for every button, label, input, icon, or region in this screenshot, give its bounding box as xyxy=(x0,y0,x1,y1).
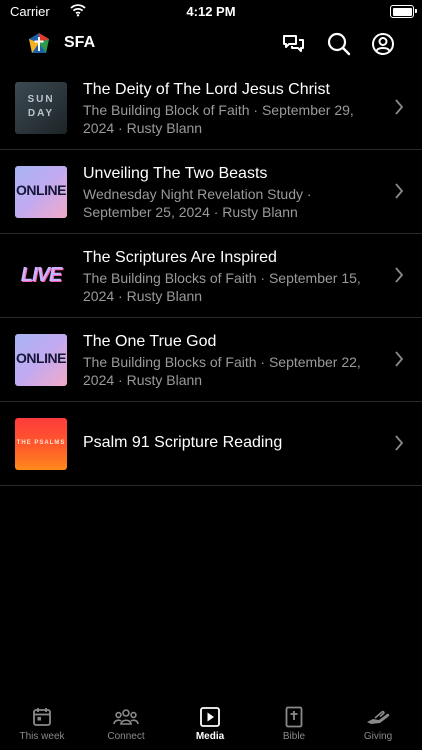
app-title: SFA xyxy=(64,34,96,51)
sermon-thumbnail: SUN DAY xyxy=(15,82,67,134)
tab-connect[interactable]: Connect xyxy=(84,702,168,750)
tab-giving[interactable]: Giving xyxy=(336,702,420,750)
item-subtitle: The Building Block of Faith · September … xyxy=(83,102,354,136)
chat-icon[interactable] xyxy=(280,30,308,58)
thumbnail-text: SUN xyxy=(27,94,55,105)
item-title: The Deity of The Lord Jesus Christ xyxy=(83,81,330,98)
app-header: SFA xyxy=(0,24,422,66)
chevron-right-icon xyxy=(395,435,404,451)
list-item[interactable]: THE PSALMS Psalm 91 Scripture Reading xyxy=(0,402,422,486)
thumbnail-text: ONLINE xyxy=(16,182,66,198)
sermon-thumbnail: ONLINE xyxy=(15,334,67,386)
tab-label: Media xyxy=(195,731,225,742)
item-subtitle: Wednesday Night Revelation Study · Septe… xyxy=(83,186,312,220)
profile-icon[interactable] xyxy=(369,30,397,58)
tab-label: Connect xyxy=(107,731,145,742)
calendar-icon xyxy=(33,708,51,726)
thumbnail-text: LIVE xyxy=(20,264,62,286)
chevron-right-icon xyxy=(395,183,404,199)
item-title: Psalm 91 Scripture Reading xyxy=(83,434,283,451)
item-title: Unveiling The Two Beasts xyxy=(83,165,268,182)
chevron-right-icon xyxy=(395,267,404,283)
sermon-thumbnail: ONLINE xyxy=(15,166,67,218)
list-item[interactable]: SUN DAY The Deity of The Lord Jesus Chri… xyxy=(0,66,422,150)
chevron-right-icon xyxy=(395,351,404,367)
item-title: The Scriptures Are Inspired xyxy=(83,249,277,266)
chevron-right-icon xyxy=(395,99,404,115)
thumbnail-text: DAY xyxy=(27,108,55,119)
tab-label: Bible xyxy=(282,731,306,742)
bible-icon xyxy=(285,706,303,728)
thumbnail-text: ONLINE xyxy=(16,350,66,366)
item-subtitle: The Building Blocks of Faith · September… xyxy=(83,270,361,304)
tab-this-week[interactable]: This week xyxy=(0,702,84,750)
people-icon xyxy=(113,709,139,725)
media-list: SUN DAY The Deity of The Lord Jesus Chri… xyxy=(0,66,422,486)
list-item[interactable]: LIVE The Scriptures Are Inspired The Bui… xyxy=(0,234,422,318)
list-item[interactable]: ONLINE Unveiling The Two Beasts Wednesda… xyxy=(0,150,422,234)
tab-bar: This week Connect Media Bible Giving xyxy=(0,698,422,750)
church-logo-icon xyxy=(29,33,49,53)
sermon-thumbnail: THE PSALMS xyxy=(15,418,67,470)
hands-icon xyxy=(367,710,390,724)
tab-media[interactable]: Media xyxy=(168,702,252,750)
tab-label: Giving xyxy=(363,731,393,742)
thumbnail-text: THE PSALMS xyxy=(16,440,66,446)
sermon-thumbnail: LIVE xyxy=(15,250,67,302)
play-icon xyxy=(200,707,220,727)
item-subtitle: The Building Blocks of Faith · September… xyxy=(83,354,361,388)
clock: 4:12 PM xyxy=(186,4,236,19)
item-title: The One True God xyxy=(83,333,217,350)
status-bar: Carrier 4:12 PM xyxy=(0,0,422,24)
tab-label: This week xyxy=(19,731,65,742)
list-item[interactable]: ONLINE The One True God The Building Blo… xyxy=(0,318,422,402)
tab-bible[interactable]: Bible xyxy=(252,702,336,750)
battery-icon xyxy=(390,5,417,18)
search-icon[interactable] xyxy=(325,30,353,58)
